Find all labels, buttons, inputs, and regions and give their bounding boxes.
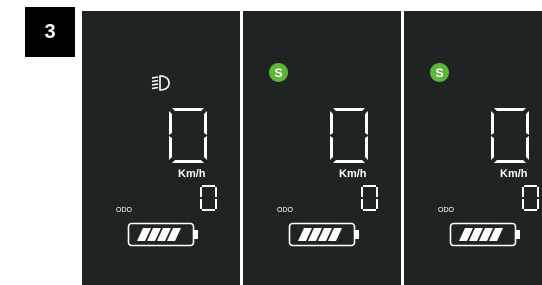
sport-mode-icon: S — [269, 63, 288, 82]
step-number-badge: 3 — [25, 7, 75, 57]
trip-digit-zero — [522, 185, 539, 211]
speed-digit-zero — [169, 108, 207, 163]
display-panel-sport: S Km/h ODO — [243, 11, 401, 285]
speed-unit-label: Km/h — [500, 168, 528, 180]
sport-mode-label: S — [274, 65, 283, 80]
speed-digit-zero — [330, 108, 368, 163]
odometer-label: ODO — [277, 207, 293, 214]
speed-unit-label: Km/h — [339, 168, 367, 180]
speed-digit-zero — [491, 108, 529, 163]
odometer-label: ODO — [116, 207, 132, 214]
sport-mode-icon: S — [430, 63, 449, 82]
battery-indicator — [127, 222, 198, 247]
step-number: 3 — [44, 20, 56, 43]
battery-indicator — [449, 222, 520, 247]
display-panel-sport: S Km/h ODO — [404, 11, 542, 285]
sport-mode-label: S — [435, 65, 444, 80]
trip-digit-zero — [200, 185, 217, 211]
trip-digit-zero — [361, 185, 378, 211]
speed-unit-label: Km/h — [178, 168, 206, 180]
odometer-label: ODO — [438, 207, 454, 214]
battery-indicator — [288, 222, 359, 247]
display-panel-headlight: Km/h ODO — [82, 11, 240, 285]
headlight-icon — [151, 75, 170, 91]
